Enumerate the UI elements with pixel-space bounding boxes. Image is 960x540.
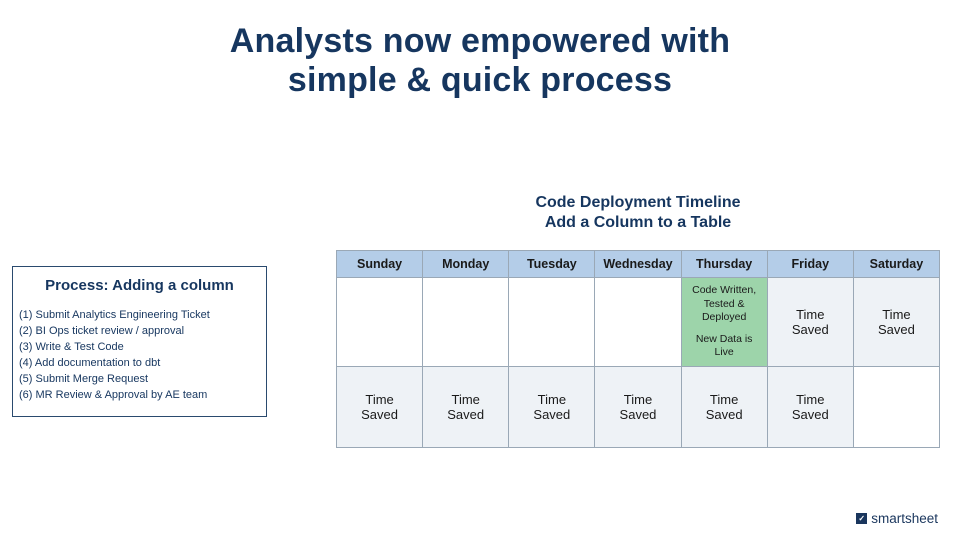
- slide: Analysts now empowered with simple & qui…: [0, 0, 960, 540]
- deploy-line-2: New Data is Live: [686, 333, 763, 360]
- table-cell: TimeSaved: [767, 367, 853, 448]
- brand-check-icon: ✓: [856, 513, 867, 524]
- table-cell: [337, 278, 423, 367]
- table-cell: TimeSaved: [337, 367, 423, 448]
- day-header: Sunday: [337, 251, 423, 278]
- table-cell: TimeSaved: [595, 367, 681, 448]
- time-saved-label: TimeSaved: [509, 392, 594, 422]
- slide-title: Analysts now empowered with simple & qui…: [0, 22, 960, 100]
- table-row: Code Written, Tested & Deployed New Data …: [337, 278, 940, 367]
- brand-logo: ✓ smartsheet: [856, 511, 938, 526]
- day-header: Saturday: [853, 251, 939, 278]
- day-header: Monday: [423, 251, 509, 278]
- table-cell: TimeSaved: [681, 367, 767, 448]
- table-cell: [595, 278, 681, 367]
- time-saved-label: TimeSaved: [854, 307, 939, 337]
- title-line-2: simple & quick process: [288, 61, 672, 99]
- process-heading: Process: Adding a column: [19, 277, 260, 294]
- table-cell: [853, 367, 939, 448]
- list-item: (5) Submit Merge Request: [19, 372, 260, 388]
- table-cell: [509, 278, 595, 367]
- list-item: (1) Submit Analytics Engineering Ticket: [19, 308, 260, 324]
- list-item: (3) Write & Test Code: [19, 340, 260, 356]
- list-item: (2) BI Ops ticket review / approval: [19, 324, 260, 340]
- deploy-line-1: Code Written, Tested & Deployed: [686, 284, 763, 325]
- time-saved-label: TimeSaved: [768, 392, 853, 422]
- table-header-row: Sunday Monday Tuesday Wednesday Thursday…: [337, 251, 940, 278]
- table-cell: Code Written, Tested & Deployed New Data …: [681, 278, 767, 367]
- day-header: Friday: [767, 251, 853, 278]
- timeline-heading: Code Deployment Timeline Add a Column to…: [336, 193, 940, 233]
- table-cell: TimeSaved: [767, 278, 853, 367]
- table-row: TimeSavedTimeSavedTimeSavedTimeSavedTime…: [337, 367, 940, 448]
- table-cell: TimeSaved: [423, 367, 509, 448]
- day-header: Thursday: [681, 251, 767, 278]
- day-header: Tuesday: [509, 251, 595, 278]
- title-line-1: Analysts now empowered with: [230, 22, 730, 60]
- table-cell: [423, 278, 509, 367]
- table-cell: TimeSaved: [853, 278, 939, 367]
- process-box: Process: Adding a column (1) Submit Anal…: [12, 266, 267, 417]
- timeline-table: Sunday Monday Tuesday Wednesday Thursday…: [336, 250, 940, 448]
- time-saved-label: TimeSaved: [423, 392, 508, 422]
- list-item: (6) MR Review & Approval by AE team: [19, 388, 260, 404]
- list-item: (4) Add documentation to dbt: [19, 356, 260, 372]
- day-header: Wednesday: [595, 251, 681, 278]
- process-steps: (1) Submit Analytics Engineering Ticket …: [19, 308, 260, 404]
- timeline-heading-line-1: Code Deployment Timeline: [535, 194, 740, 211]
- time-saved-label: TimeSaved: [337, 392, 422, 422]
- brand-text: smartsheet: [871, 511, 938, 526]
- time-saved-label: TimeSaved: [595, 392, 680, 422]
- time-saved-label: TimeSaved: [768, 307, 853, 337]
- time-saved-label: TimeSaved: [682, 392, 767, 422]
- table-cell: TimeSaved: [509, 367, 595, 448]
- timeline-heading-line-2: Add a Column to a Table: [545, 214, 731, 231]
